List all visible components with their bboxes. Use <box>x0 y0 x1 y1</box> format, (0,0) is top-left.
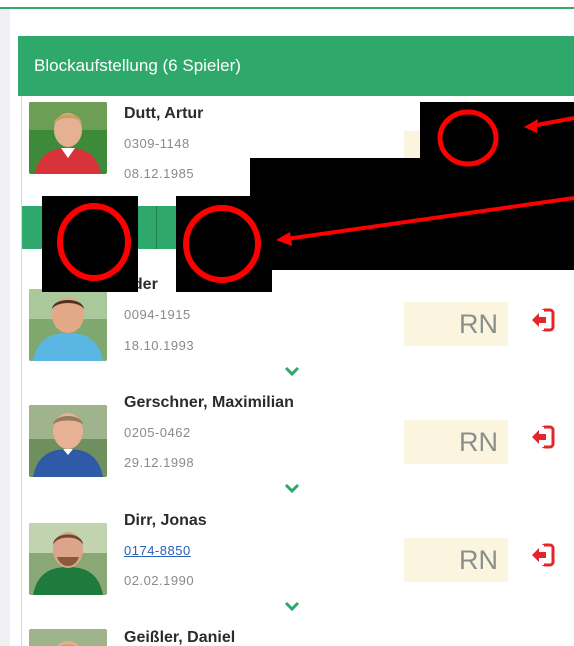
player-photo <box>29 629 107 646</box>
chevron-down-icon[interactable] <box>284 366 300 376</box>
player-number-link[interactable]: 0174-8850 <box>124 543 191 558</box>
player-birthdate: 02.02.1990 <box>124 573 195 588</box>
player-number: 0094-1915 <box>124 307 191 322</box>
player-photo <box>29 523 107 595</box>
redaction-mask <box>42 196 138 292</box>
redaction-mask <box>176 196 272 292</box>
player-row: Gerschner, Maximilian 0205-0462 29.12.19… <box>22 385 574 504</box>
player-photo <box>29 289 107 361</box>
redaction-mask <box>420 102 574 160</box>
player-photo <box>29 405 107 477</box>
player-photo <box>29 102 107 174</box>
sign-out-icon[interactable] <box>530 425 556 449</box>
panel-title: Blockaufstellung (6 Spieler) <box>18 36 574 96</box>
top-bar <box>0 0 574 9</box>
chevron-down-icon[interactable] <box>284 483 300 493</box>
sign-out-icon[interactable] <box>530 308 556 332</box>
player-number: 0205-0462 <box>124 425 191 440</box>
position-box[interactable]: RN <box>404 302 508 346</box>
player-name: Gerschner, Maximilian <box>124 394 294 411</box>
position-box[interactable]: RN <box>404 420 508 464</box>
player-name: Dutt, Artur <box>124 105 204 122</box>
player-row: Geißler, Daniel <box>22 621 574 646</box>
redaction-mask <box>250 158 574 270</box>
position-box[interactable]: RN <box>404 538 508 582</box>
chevron-down-icon[interactable] <box>284 601 300 611</box>
player-name: Dirr, Jonas <box>124 512 207 529</box>
player-name: Geißler, Daniel <box>124 629 236 646</box>
player-row: Dirr, Jonas 0174-8850 02.02.1990 RN <box>22 503 574 622</box>
player-birthdate: 18.10.1993 <box>124 338 195 353</box>
player-birthdate: 29.12.1998 <box>124 455 195 470</box>
player-birthdate: 08.12.1985 <box>124 166 195 181</box>
player-number: 0309-1148 <box>124 136 190 151</box>
sign-out-icon[interactable] <box>530 543 556 567</box>
